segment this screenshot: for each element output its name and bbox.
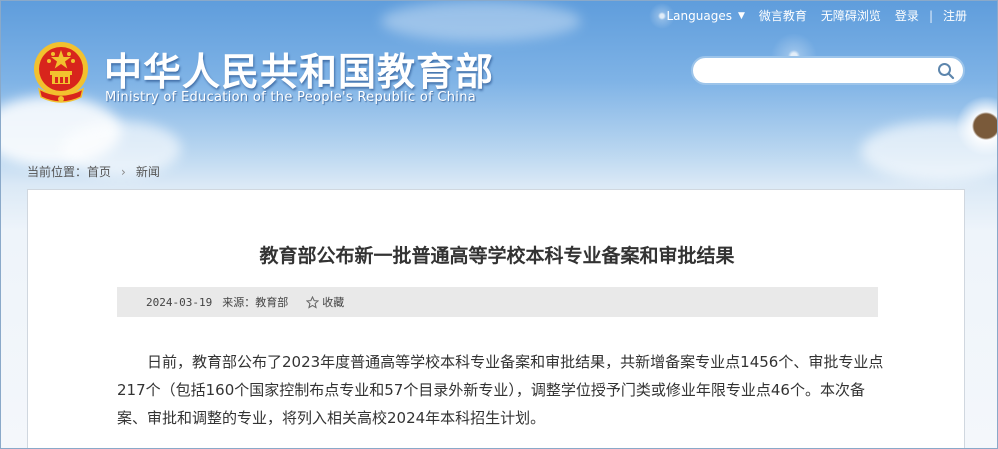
breadcrumb-home[interactable]: 首页 — [87, 163, 111, 180]
breadcrumb-prefix: 当前位置： — [27, 165, 88, 179]
accessibility-link[interactable]: 无障碍浏览 — [821, 7, 881, 24]
weibo-link[interactable]: 微言教育 — [759, 7, 807, 24]
site-subtitle: Ministry of Education of the People's Re… — [105, 90, 477, 105]
favorite-button[interactable]: 收藏 — [306, 294, 344, 310]
chevron-down-icon: ▼ — [737, 10, 745, 21]
article-card: 教育部公布新一批普通高等学校本科专业备案和审批结果 2024-03-19 来源：… — [27, 189, 965, 448]
languages-label: Languages — [666, 8, 732, 23]
search-icon[interactable] — [937, 62, 955, 80]
chevron-right-icon: › — [121, 164, 126, 179]
login-link[interactable]: 登录 — [895, 7, 919, 24]
article-title: 教育部公布新一批普通高等学校本科专业备案和审批结果 — [259, 245, 735, 267]
article-meta: 2024-03-19 来源：教育部 收藏 — [117, 287, 878, 317]
languages-menu[interactable]: Languages ▼ — [652, 9, 744, 23]
top-nav: Languages ▼ 微言教育 无障碍浏览 登录 | 注册 — [638, 7, 967, 24]
article-body: 日前，教育部公布了2023年度普通高等学校本科专业备案和审批结果，共新增备案专业… — [117, 353, 884, 427]
article-date: 2024-03-19 — [146, 295, 213, 309]
register-link[interactable]: 注册 — [943, 7, 967, 24]
star-icon — [306, 295, 320, 309]
site-title[interactable]: 中华人民共和国教育部 — [104, 41, 494, 96]
breadcrumb-current[interactable]: 新闻 — [136, 163, 160, 180]
search-input[interactable] — [705, 58, 929, 84]
page-frame: Languages ▼ 微言教育 无障碍浏览 登录 | 注册 中华人民共和国教育… — [0, 0, 998, 449]
cloud-decoration — [381, 1, 581, 41]
search-box — [691, 56, 965, 85]
national-emblem-icon[interactable] — [31, 39, 91, 107]
nav-separator: | — [928, 8, 933, 23]
favorite-label: 收藏 — [322, 296, 345, 309]
breadcrumb: 当前位置： 首页 › 新闻 — [27, 163, 160, 180]
article-source: 来源：教育部 — [222, 296, 289, 309]
